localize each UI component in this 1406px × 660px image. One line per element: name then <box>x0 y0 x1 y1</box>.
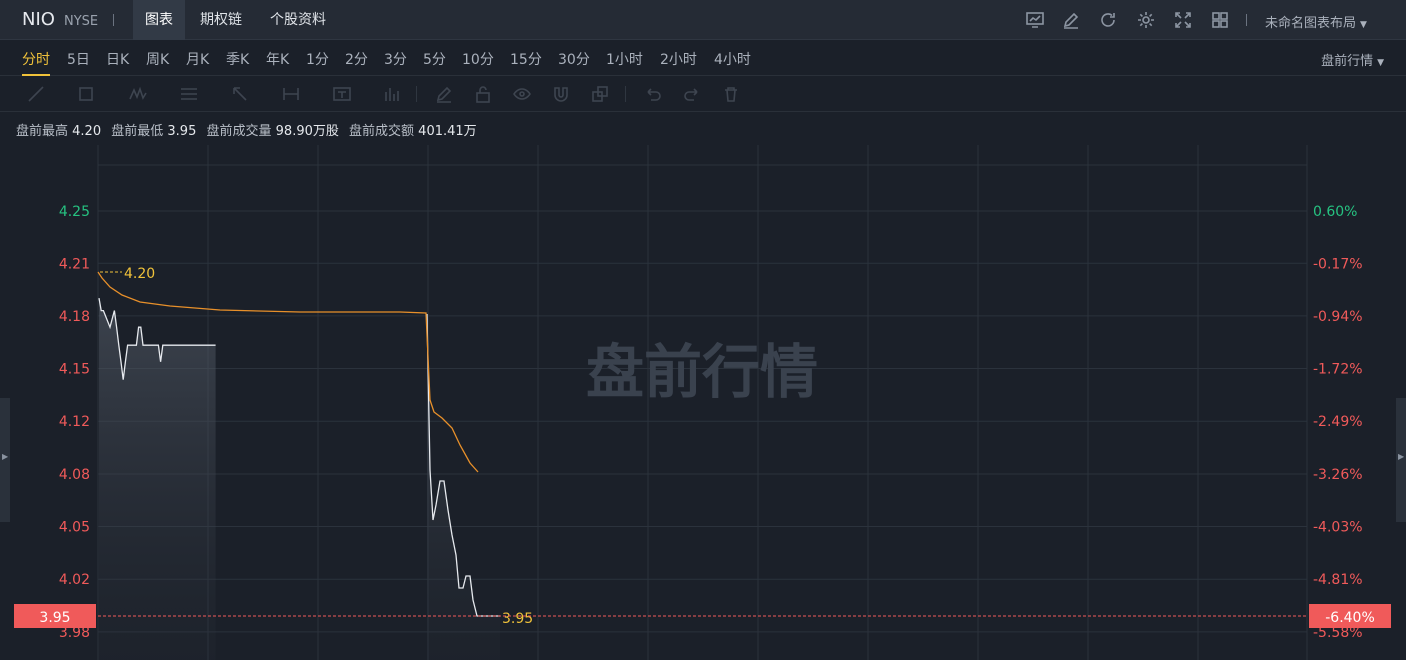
chevron-right-icon: ▶ <box>1398 452 1405 461</box>
watermark: 盘前行情 <box>586 338 818 406</box>
y-tick-label-left: 4.18 <box>59 309 90 325</box>
y-tick-label-right: -2.49% <box>1313 414 1363 430</box>
y-tick-label-right: 0.60% <box>1313 204 1357 220</box>
y-tick-label-right: -4.03% <box>1313 520 1363 536</box>
chart-marks: 4.20 3.95 <box>97 266 1307 660</box>
y-tick-label-left: 4.12 <box>59 414 90 430</box>
price-area <box>99 298 216 660</box>
y-tick-label-left: 4.25 <box>59 204 90 220</box>
y-tick-label-right: -0.17% <box>1313 256 1363 272</box>
current-price-label: 3.95 <box>39 610 70 626</box>
left-panel-toggle[interactable]: ▶ <box>0 398 10 522</box>
y-tick-label-left: 4.15 <box>59 362 90 378</box>
chart-axes: 4.25 0.60% 4.21 -0.17% 4.18 -0.94% 4.15 -1.72% 4… <box>14 204 1391 641</box>
y-tick-label-left: 4.08 <box>59 467 90 483</box>
y-tick-label-left: 4.05 <box>59 520 90 536</box>
y-tick-label-right: -1.72% <box>1313 362 1363 378</box>
current-pct-label: -6.40% <box>1325 610 1375 626</box>
right-panel-toggle[interactable]: ▶ <box>1396 398 1406 522</box>
y-tick-label-right: -4.81% <box>1313 572 1363 588</box>
price-area-drop <box>427 314 500 660</box>
chevron-right-icon: ▶ <box>2 452 9 461</box>
high-marker-label: 4.20 <box>124 266 155 282</box>
y-tick-label-right: -0.94% <box>1313 309 1363 325</box>
low-marker-label: 3.95 <box>502 611 533 627</box>
y-tick-label-right: -3.26% <box>1313 467 1363 483</box>
price-chart[interactable]: 盘前行情 4.20 3.95 4.25 0.60% 4.21 -0.17% 4.18 -0.… <box>0 0 1406 660</box>
y-tick-label-left: 4.02 <box>59 572 90 588</box>
y-tick-label-left: 4.21 <box>59 256 90 272</box>
